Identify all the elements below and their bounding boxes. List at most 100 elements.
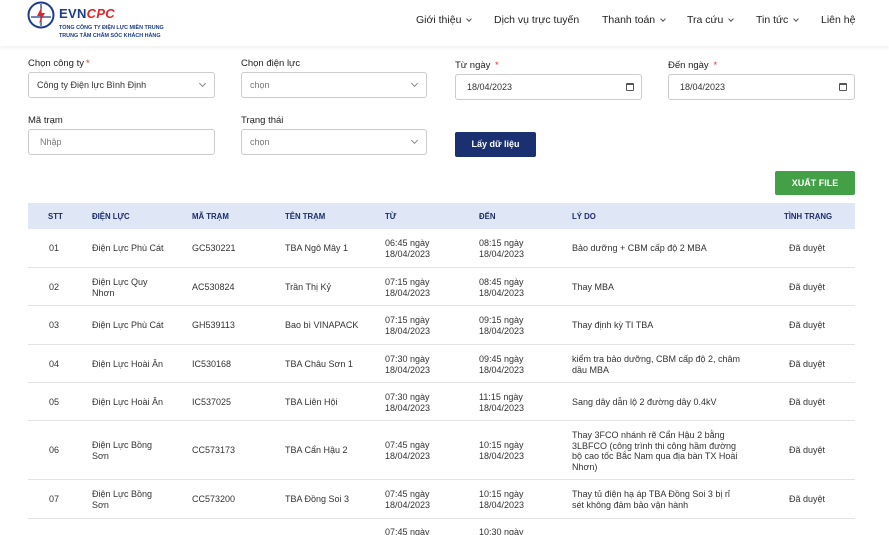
tinh-trang-cell: Đã duyệt <box>789 320 849 331</box>
header-ma-tram: MÃ TRẠM <box>192 212 229 221</box>
nav-item-lien-he[interactable]: Liên hệ <box>821 14 855 28</box>
ma-tram-cell-line: IC537025 <box>192 397 232 407</box>
den-time-cell: 10:15 ngày 18/04/2023 <box>479 440 559 461</box>
den-time-cell: 10:30 ngày <box>479 527 559 535</box>
ten-tram-cell-line: TBA Ngô Mây 1 <box>285 243 349 253</box>
nav-item-dich-vu[interactable]: Dịch vụ trực tuyến <box>494 14 579 28</box>
ma-tram-cell-line: CC573200 <box>192 494 236 504</box>
ma-tram-cell: IC537025 <box>192 397 272 408</box>
ma-tram-cell: GC530221 <box>192 243 272 254</box>
nav-label: Tra cứu <box>687 14 724 26</box>
nav-item-tin-tuc[interactable]: Tin tức <box>756 14 800 28</box>
from-date-input[interactable]: 18/04/2023 <box>455 74 642 100</box>
branch-label: Chọn điện lực <box>241 58 301 69</box>
nav-label: Thanh toán <box>602 14 656 26</box>
station-input[interactable]: Nhập <box>28 129 215 155</box>
nav-item-thanh-toan[interactable]: Thanh toán <box>602 14 666 28</box>
dien-luc-cell-line: Điện Lực Bồng <box>92 489 153 499</box>
tinh-trang-cell: Đã duyệt <box>789 397 849 408</box>
dien-luc-cell-line: Điện Lực Hoài Ân <box>92 359 164 369</box>
tu-time-cell-line: 06:45 ngày <box>385 238 430 248</box>
stt-cell-line: 06 <box>49 445 60 455</box>
from-date-label: Từ ngày * <box>455 60 499 71</box>
tinh-trang-cell-line: Đã duyệt <box>789 397 826 407</box>
header-ten-tram: TÊN TRẠM <box>285 212 326 221</box>
tu-time-cell-line: 18/04/2023 <box>385 450 431 461</box>
export-file-button[interactable]: XUẤT FILE <box>775 171 855 195</box>
ly-do-cell-line: Nhơn) <box>572 461 598 472</box>
header-ly-do: LÝ DO <box>572 212 596 221</box>
ly-do-cell-line: Thay 3FCO nhánh rẽ Cẩn Hậu 2 bằng <box>572 430 725 440</box>
chevron-down-icon <box>198 79 207 88</box>
den-time-cell-line: 18/04/2023 <box>479 450 525 461</box>
nav-item-tra-cuu[interactable]: Tra cứu <box>687 14 735 28</box>
tu-time-cell-line: 07:30 ngày <box>385 354 430 364</box>
dien-luc-cell-line: Điện Lực Bồng <box>92 440 153 450</box>
tu-time-cell: 06:45 ngày 18/04/2023 <box>385 238 465 259</box>
table-row: 03 Điện Lực Phù Cát GH539113 Bao bì VINAPAC… <box>28 306 855 345</box>
evn-logo-icon <box>27 1 55 29</box>
tu-time-cell: 07:45 ngày <box>385 527 465 535</box>
branch-select[interactable]: chọn <box>241 72 427 98</box>
stt-cell-line: 04 <box>49 359 60 369</box>
ten-tram-cell: TBA Liên Hội <box>285 397 377 408</box>
den-time-cell-line: 09:45 ngày <box>479 354 524 364</box>
ly-do-cell-line: Sang dây dẫn lộ 2 đường dây 0.4kV <box>572 397 717 407</box>
den-time-cell-line: 10:15 ngày <box>479 440 524 450</box>
nav-label: Liên hệ <box>821 14 856 26</box>
from-date-value: 18/04/2023 <box>467 82 513 92</box>
ly-do-cell-line: Thay MBA <box>572 282 615 292</box>
tu-time-cell-line: 18/04/2023 <box>385 248 431 259</box>
ma-tram-cell: AC530824 <box>192 282 272 293</box>
logo-brand-evn: EVN <box>59 6 87 21</box>
ten-tram-cell: TBA Cẩn Hậu 2 <box>285 445 377 456</box>
tinh-trang-cell-line: Đã duyệt <box>789 320 826 330</box>
ly-do-cell: Thay MBA <box>572 282 758 293</box>
from-date-label-text: Từ ngày <box>455 60 491 71</box>
calendar-icon[interactable] <box>626 83 634 91</box>
evncpc-logo[interactable]: EVNCPC TỔNG CÔNG TY ĐIỆN LỰC MIỀN TRUNG … <box>27 1 207 43</box>
chevron-down-icon <box>728 16 735 22</box>
tu-time-cell: 07:45 ngày 18/04/2023 <box>385 489 465 510</box>
nav-item-gioi-thieu[interactable]: Giới thiệu <box>416 14 473 28</box>
nav-label: Tin tức <box>756 14 789 26</box>
tu-time-cell-line: 18/04/2023 <box>385 499 431 510</box>
to-date-label: Đến ngày * <box>668 60 718 71</box>
dien-luc-cell: Điện Lực Quy Nhơn <box>92 277 174 298</box>
tinh-trang-cell-line: Đã duyệt <box>789 282 826 292</box>
chevron-down-icon <box>410 136 419 145</box>
header-tu: TỪ <box>385 212 397 221</box>
den-time-cell: 10:15 ngày 18/04/2023 <box>479 489 559 510</box>
tu-time-cell-line: 18/04/2023 <box>385 402 431 413</box>
to-date-input[interactable]: 18/04/2023 <box>668 74 855 100</box>
tinh-trang-cell-line: Đã duyệt <box>789 243 826 253</box>
dien-luc-cell-line: Nhơn <box>92 287 115 298</box>
den-time-cell-line: 11:15 ngày <box>479 392 523 402</box>
stt-cell-line: 03 <box>49 320 60 330</box>
ly-do-cell-line: Thay tủ điện hạ áp TBA Đồng Soi 3 bị rỉ <box>572 489 730 499</box>
ma-tram-cell-line: GC530221 <box>192 243 236 253</box>
dien-luc-cell: Điện Lực Bồng Sơn <box>92 440 174 461</box>
dien-luc-cell-line: Điện Lực Phù Cát <box>92 320 164 330</box>
dien-luc-cell-line: Sơn <box>92 450 109 461</box>
ly-do-cell: Thay tủ điện hạ áp TBA Đồng Soi 3 bị rỉ s… <box>572 489 758 510</box>
tu-time-cell-line: 07:45 ngày <box>385 527 430 535</box>
dien-luc-cell-line: Điện Lực Hoài Ân <box>92 397 164 407</box>
get-data-button[interactable]: Lấy dữ liệu <box>455 132 536 157</box>
header-den: ĐẾN <box>479 212 496 221</box>
den-time-cell-line: 18/04/2023 <box>479 287 525 298</box>
calendar-icon[interactable] <box>839 83 847 91</box>
stt-cell-line: 02 <box>49 282 60 292</box>
den-time-cell-line: 18/04/2023 <box>479 364 525 375</box>
company-select[interactable]: Công ty Điện lực Bình Định <box>28 72 215 98</box>
to-date-label-text: Đến ngày <box>668 60 709 71</box>
dien-luc-cell: Điện Lực Hoài Ân <box>92 397 174 408</box>
ma-tram-cell-line: AC530824 <box>192 282 235 292</box>
ten-tram-cell-line: TBA Đồng Soi 3 <box>285 494 350 504</box>
status-label: Trạng thái <box>241 115 284 126</box>
status-select[interactable]: chọn <box>241 129 427 155</box>
chevron-down-icon <box>410 79 419 88</box>
stt-cell: 02 <box>49 282 73 293</box>
stt-cell-line: 01 <box>49 243 60 253</box>
den-time-cell-line: 10:15 ngày <box>479 489 524 499</box>
